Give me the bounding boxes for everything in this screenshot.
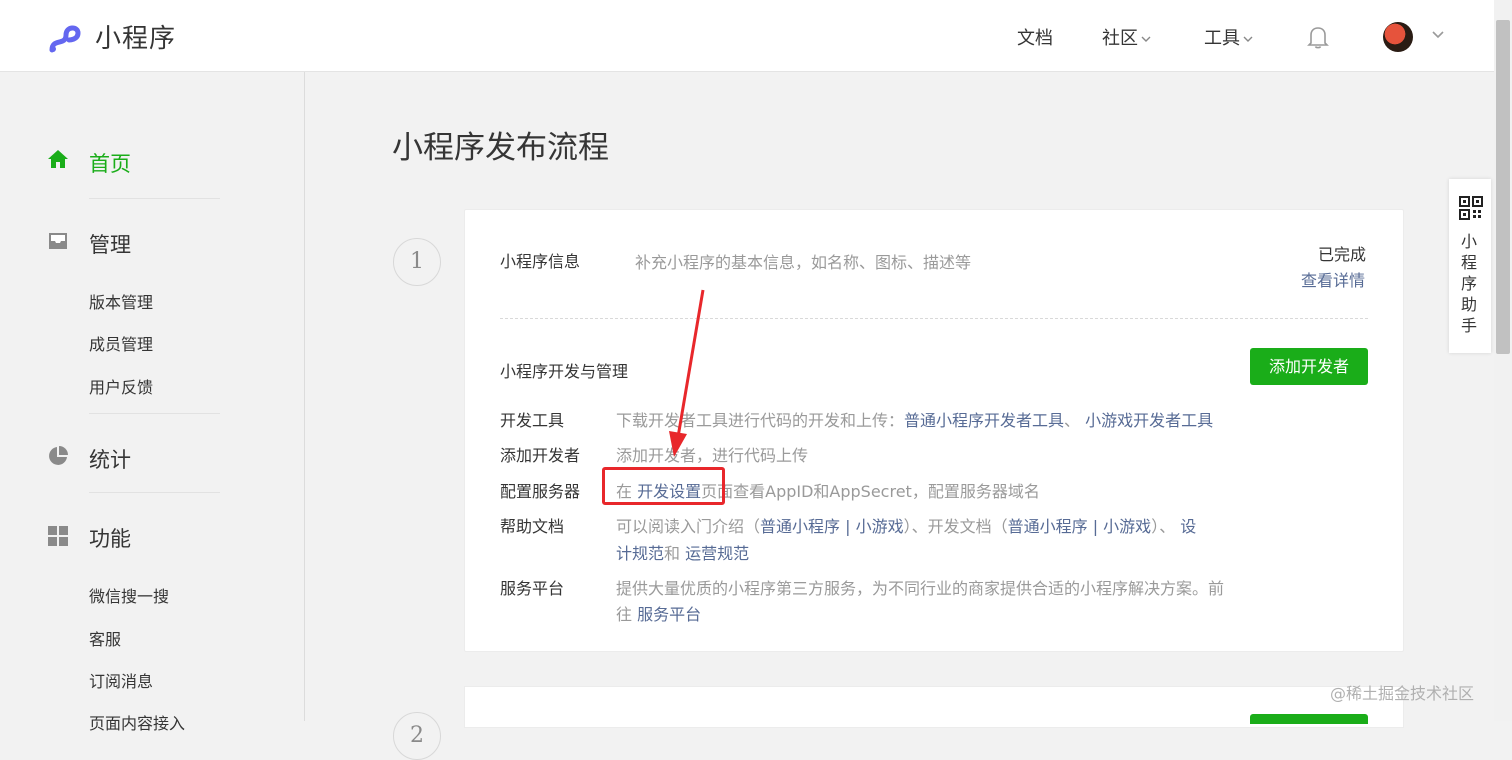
service-text-1: 提供大量优质的小程序第三方服务，为不同行业的商家提供合适的小程序解决方案。前 xyxy=(616,579,1225,598)
row-label-help-docs: 帮助文档 xyxy=(500,517,565,536)
pie-chart-icon xyxy=(49,446,68,465)
divider xyxy=(89,492,220,493)
brand-name[interactable]: 小程序 xyxy=(95,18,176,55)
divider xyxy=(89,198,220,199)
service-text-2: 往 xyxy=(616,605,633,624)
row-label-service-platform: 服务平台 xyxy=(500,579,565,598)
grid-icon xyxy=(48,526,68,546)
divider xyxy=(89,413,220,414)
sidebar-item-manage[interactable]: 管理 xyxy=(89,229,131,259)
sidebar-item-customer-service[interactable]: 客服 xyxy=(89,626,121,650)
miniprogram-logo-icon[interactable] xyxy=(46,20,84,54)
sidebar-item-features[interactable]: 功能 xyxy=(89,523,131,553)
info-label: 小程序信息 xyxy=(500,252,581,271)
row-label-configure-server: 配置服务器 xyxy=(500,482,581,501)
nav-community[interactable]: 社区 xyxy=(1102,24,1151,50)
sidebar-item-wechat-search[interactable]: 微信搜一搜 xyxy=(89,583,169,607)
operation-spec-link[interactable]: 运营规范 xyxy=(685,544,749,563)
game-devtools-link[interactable]: 小游戏开发者工具 xyxy=(1085,411,1213,430)
row-text: 可以阅读入门介绍（普通小程序 | 小游戏）、开发文档（普通小程序 | 小游戏）、… xyxy=(616,513,1196,537)
configure-text-post: 页面查看AppID和AppSecret，配置服务器域名 xyxy=(701,482,1040,501)
sidebar-item-user-feedback[interactable]: 用户反馈 xyxy=(89,374,153,398)
sidebar-item-version-manage[interactable]: 版本管理 xyxy=(89,289,153,313)
service-platform-link[interactable]: 服务平台 xyxy=(637,605,701,624)
qr-code-icon xyxy=(1459,196,1483,220)
help-text-3: ）、 xyxy=(1151,517,1176,536)
sidebar-item-page-content[interactable]: 页面内容接入 xyxy=(89,710,185,734)
status-completed: 已完成 xyxy=(1318,245,1367,264)
page-title: 小程序发布流程 xyxy=(392,130,609,166)
sidebar-item-member-manage[interactable]: 成员管理 xyxy=(89,331,153,355)
sidebar-item-home[interactable]: 首页 xyxy=(89,148,131,178)
info-description: 补充小程序的基本信息，如名称、图标、描述等 xyxy=(635,253,972,272)
chevron-down-icon[interactable] xyxy=(1431,30,1445,40)
nav-docs[interactable]: 文档 xyxy=(1017,24,1053,50)
dev-docs-links[interactable]: 普通小程序 | 小游戏 xyxy=(1008,517,1152,536)
top-navigation-bar: 小程序 文档 社区 工具 xyxy=(0,0,1494,72)
scrollbar-thumb[interactable] xyxy=(1496,20,1510,354)
nav-tools[interactable]: 工具 xyxy=(1204,24,1253,50)
dev-section-title: 小程序开发与管理 xyxy=(500,362,629,381)
design-spec-link[interactable]: 计规范 xyxy=(616,544,664,563)
helper-label: 小程序助手 xyxy=(1461,232,1478,335)
sidebar-item-stats[interactable]: 统计 xyxy=(89,444,131,474)
chevron-down-icon xyxy=(1243,36,1253,42)
step2-action-button[interactable] xyxy=(1250,714,1368,724)
nav-community-label: 社区 xyxy=(1102,28,1138,49)
help-text-4: 和 xyxy=(664,544,681,563)
watermark: @稀土掘金技术社区 xyxy=(1330,684,1475,703)
highlight-box xyxy=(602,467,725,505)
row-text-continued: 计规范和 运营规范 xyxy=(616,540,749,564)
nav-tools-label: 工具 xyxy=(1204,28,1240,49)
row-label-add-developer: 添加开发者 xyxy=(500,446,581,465)
dashed-divider xyxy=(500,318,1368,319)
help-text-2: ）、开发文档（ xyxy=(903,517,1008,536)
inbox-icon xyxy=(49,233,67,249)
row-label-dev-tools: 开发工具 xyxy=(500,411,565,430)
annotation-arrow xyxy=(669,289,705,457)
add-developer-button[interactable]: 添加开发者 xyxy=(1250,348,1368,385)
sidebar-item-subscribe-message[interactable]: 订阅消息 xyxy=(89,668,153,692)
intro-links[interactable]: 普通小程序 | 小游戏 xyxy=(760,517,904,536)
user-avatar[interactable] xyxy=(1383,22,1413,52)
step-number: 1 xyxy=(393,238,441,286)
design-spec-link[interactable]: 设 xyxy=(1180,517,1196,536)
bell-icon[interactable] xyxy=(1307,25,1329,49)
step-number: 2 xyxy=(393,712,441,760)
help-text-1: 可以阅读入门介绍（ xyxy=(616,517,761,536)
row-text: 往 服务平台 xyxy=(616,601,701,625)
home-icon xyxy=(48,150,68,168)
view-details-link[interactable]: 查看详情 xyxy=(1301,267,1365,291)
normal-devtools-link[interactable]: 普通小程序开发者工具 xyxy=(904,411,1064,430)
chevron-down-icon xyxy=(1141,36,1151,42)
separator: 、 xyxy=(1064,411,1081,430)
miniprogram-helper-widget[interactable]: 小程序助手 xyxy=(1449,179,1491,353)
